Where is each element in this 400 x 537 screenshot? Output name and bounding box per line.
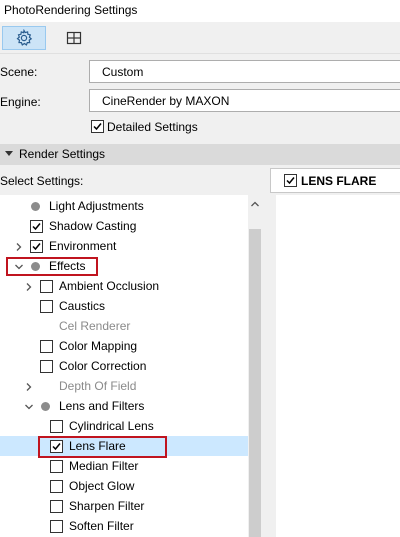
settings-tab-button[interactable] (2, 26, 46, 50)
tree-item-checkbox[interactable] (30, 220, 43, 233)
tree-item-soften-filter[interactable]: Soften Filter (0, 516, 248, 536)
tree-item-checkbox[interactable] (40, 360, 53, 373)
tree-item-checkbox[interactable] (50, 520, 63, 533)
scene-dropdown[interactable]: Custom (89, 60, 400, 83)
tree-item-label: Color Correction (59, 359, 147, 373)
chevron-up-icon (251, 201, 259, 207)
tree-item-label: Ambient Occlusion (59, 279, 160, 293)
collapse-arrow-icon (5, 151, 13, 156)
scene-value: Custom (102, 65, 144, 79)
lens-flare-panel-title: LENS FLARE (301, 174, 377, 188)
chevron-right-icon (16, 243, 22, 251)
tree-item-checkbox[interactable] (30, 240, 43, 253)
tree-item-cylindrical-lens[interactable]: Cylindrical Lens (0, 416, 248, 436)
window-title: PhotoRendering Settings (4, 3, 138, 17)
engine-value: CineRender by MAXON (102, 94, 230, 108)
frame-crop-icon (66, 31, 82, 45)
tree-item-color-mapping[interactable]: Color Mapping (0, 336, 248, 356)
tree-item-label: Depth Of Field (59, 379, 137, 393)
scroll-up-button[interactable] (248, 201, 262, 211)
checkmark-icon (286, 177, 295, 185)
tree-item-label: Light Adjustments (49, 199, 144, 213)
scene-label: Scene: (0, 65, 38, 79)
toolbar (0, 22, 400, 54)
tree-expander[interactable] (24, 381, 34, 391)
group-bullet-icon (41, 402, 50, 411)
tree-expander[interactable] (24, 281, 34, 291)
detailed-settings-label: Detailed Settings (107, 120, 198, 134)
tree-item-label: Lens and Filters (59, 399, 145, 413)
engine-label: Engine: (0, 95, 41, 109)
tree-item-label: Cylindrical Lens (69, 419, 154, 433)
tree-item-light-adjustments[interactable]: Light Adjustments (0, 196, 248, 216)
detailed-settings-checkbox[interactable] (91, 120, 104, 133)
select-settings-label: Select Settings: (0, 174, 84, 188)
lens-flare-panel-body (276, 195, 400, 537)
tree-expander[interactable] (24, 401, 34, 411)
title-bar: PhotoRendering Settings (0, 0, 400, 22)
chevron-down-icon (25, 404, 33, 410)
scroll-thumb[interactable] (249, 229, 261, 537)
tree-item-color-correction[interactable]: Color Correction (0, 356, 248, 376)
tree-item-checkbox[interactable] (50, 460, 63, 473)
tree-item-label: Median Filter (69, 459, 139, 473)
lens-flare-highlight-box (38, 436, 167, 458)
effects-highlight-box (6, 257, 98, 276)
tree-item-sharpen-filter[interactable]: Sharpen Filter (0, 496, 248, 516)
engine-dropdown[interactable]: CineRender by MAXON (89, 89, 400, 112)
tree-item-label: Color Mapping (59, 339, 138, 353)
lens-flare-panel-header: LENS FLARE (270, 168, 400, 193)
gear-icon (16, 29, 33, 46)
group-bullet-icon (31, 202, 40, 211)
tree-item-label: Environment (49, 239, 117, 253)
tree-item-checkbox[interactable] (40, 280, 53, 293)
tree-item-lens-and-filters[interactable]: Lens and Filters (0, 396, 248, 416)
tree-item-object-glow[interactable]: Object Glow (0, 476, 248, 496)
tree-item-ambient-occlusion[interactable]: Ambient Occlusion (0, 276, 248, 296)
tree-item-caustics[interactable]: Caustics (0, 296, 248, 316)
checkmark-icon (93, 123, 102, 131)
tree-expander[interactable] (14, 241, 24, 251)
checkmark-icon (32, 223, 41, 231)
tree-scrollbar[interactable] (248, 195, 262, 537)
chevron-right-icon (26, 383, 32, 391)
tree-item-checkbox[interactable] (40, 340, 53, 353)
checkmark-icon (32, 243, 41, 251)
tree-item-environment[interactable]: Environment (0, 236, 248, 256)
tree-item-label: Shadow Casting (49, 219, 137, 233)
render-settings-header[interactable]: Render Settings (0, 144, 400, 165)
tree-item-shadow-casting[interactable]: Shadow Casting (0, 216, 248, 236)
tree-item-label: Soften Filter (69, 519, 134, 533)
settings-tree: Light Adjustments Shadow Casting Environme… (0, 195, 262, 537)
size-tab-button[interactable] (52, 26, 96, 50)
tree-item-checkbox[interactable] (50, 420, 63, 433)
lens-flare-enable-checkbox[interactable] (284, 174, 297, 187)
tree-item-label: Sharpen Filter (69, 499, 145, 513)
tree-item-checkbox[interactable] (50, 500, 63, 513)
tree-item-label: Caustics (59, 299, 106, 313)
section-title: Render Settings (19, 147, 106, 161)
tree-item-label: Cel Renderer (59, 319, 131, 333)
tree-item-label: Object Glow (69, 479, 135, 493)
tree-item-median-filter[interactable]: Median Filter (0, 456, 248, 476)
chevron-right-icon (26, 283, 32, 291)
tree-item-depth-of-field[interactable]: Depth Of Field (0, 376, 248, 396)
tree-item-checkbox[interactable] (40, 300, 53, 313)
tree-item-cel-renderer[interactable]: Cel Renderer (0, 316, 248, 336)
tree-item-checkbox[interactable] (50, 480, 63, 493)
